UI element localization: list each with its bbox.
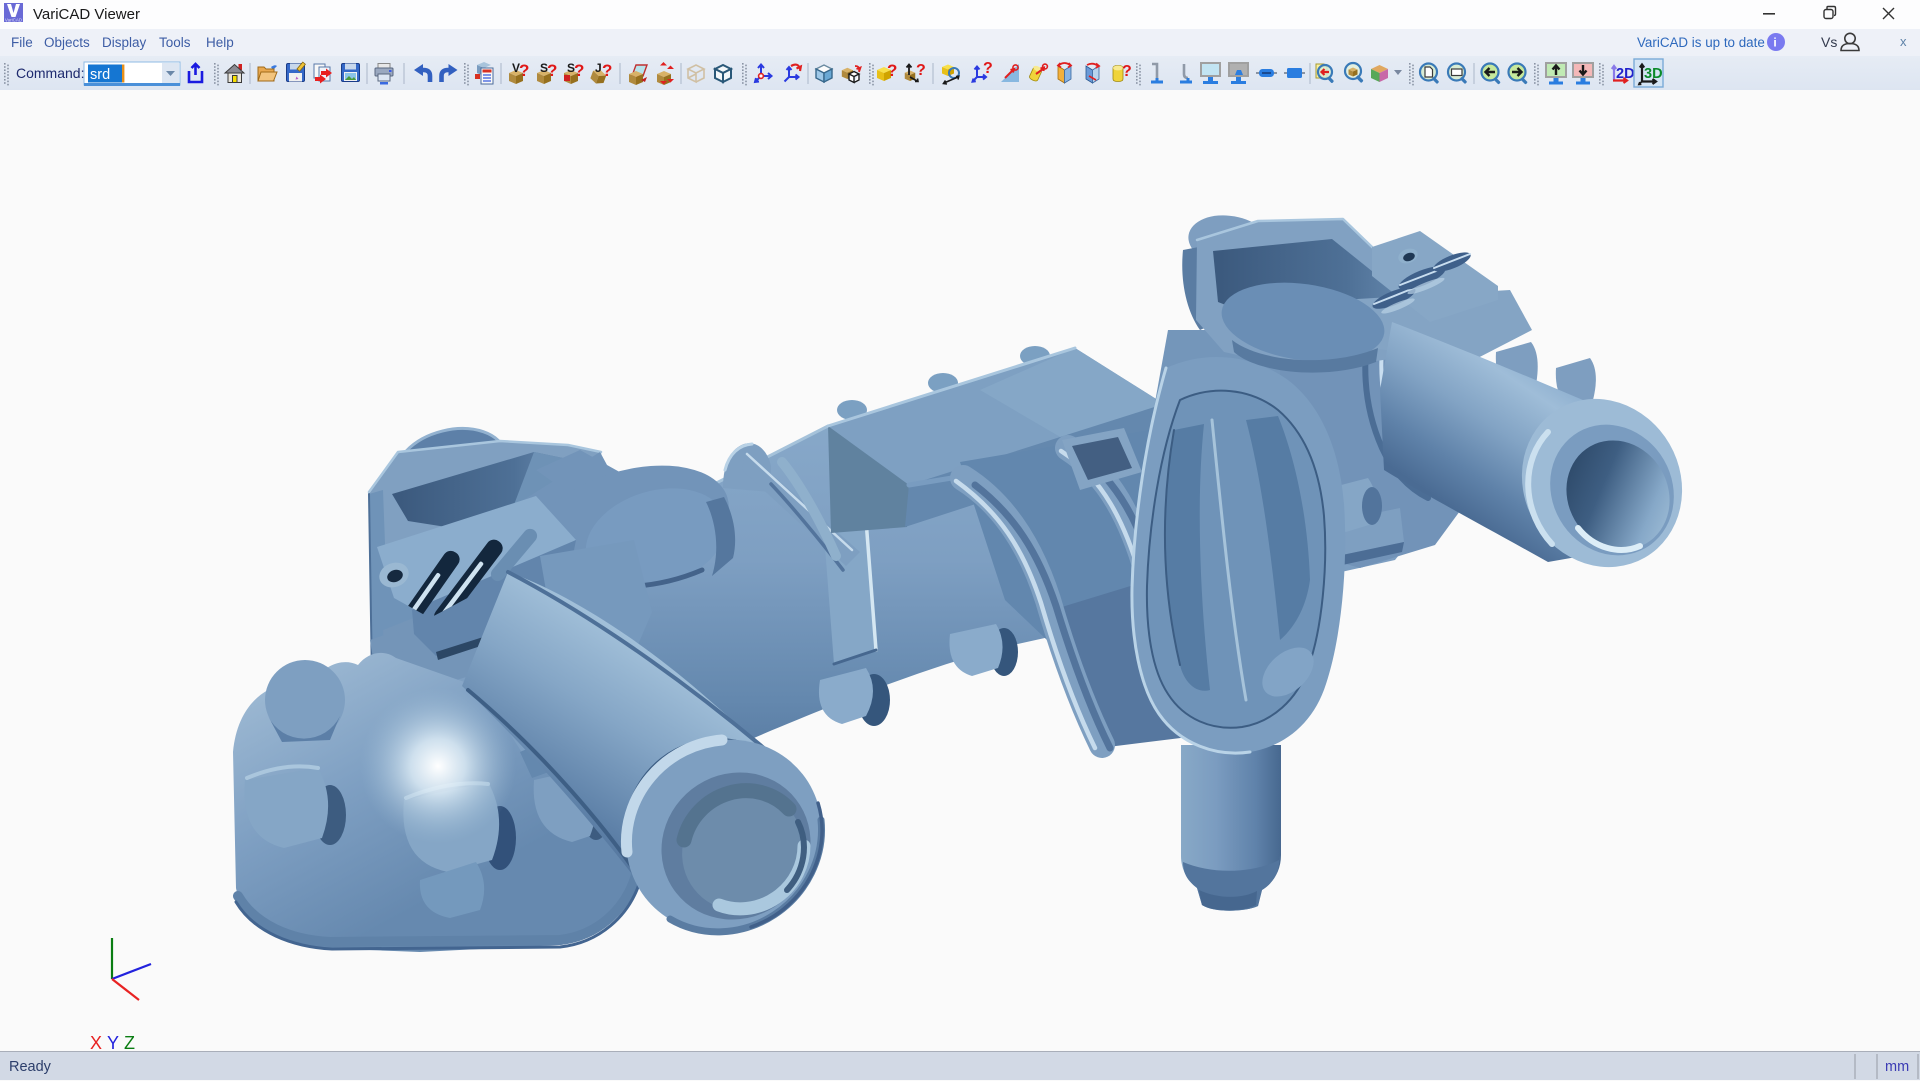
svg-text:mm: mm [1885, 1059, 1909, 1075]
svg-text:3D: 3D [1644, 66, 1663, 82]
svg-text:?: ? [547, 61, 557, 80]
svg-text:2D: 2D [1616, 66, 1635, 82]
svg-text:?: ? [983, 60, 993, 77]
svg-text:?: ? [1122, 63, 1132, 80]
svg-text:srd: srd [90, 67, 110, 83]
svg-text:Vs: Vs [1821, 34, 1837, 50]
svg-text:File: File [11, 35, 33, 50]
svg-text:?: ? [602, 61, 612, 80]
svg-text:Ready: Ready [9, 1059, 52, 1075]
svg-text:Display: Display [102, 35, 147, 50]
svg-text:Objects: Objects [44, 35, 90, 50]
svg-text:x: x [1900, 34, 1907, 49]
svg-text:i: i [1773, 36, 1776, 50]
svg-text:?: ? [574, 61, 584, 80]
svg-text:Tools: Tools [159, 35, 191, 50]
svg-text:X: X [90, 1033, 102, 1053]
svg-text:VariCAD: VariCAD [5, 18, 23, 23]
svg-text:?: ? [916, 62, 926, 79]
svg-text:Z: Z [124, 1033, 135, 1053]
svg-text:VariCAD is up to date: VariCAD is up to date [1637, 35, 1765, 50]
svg-text:?: ? [887, 61, 897, 80]
svg-text:VariCAD Viewer: VariCAD Viewer [33, 6, 140, 23]
svg-text:Command:: Command: [16, 65, 84, 81]
svg-text:Y: Y [107, 1033, 119, 1053]
svg-text:?: ? [519, 61, 529, 80]
svg-text:J: J [595, 61, 602, 75]
svg-text:Help: Help [206, 35, 234, 50]
